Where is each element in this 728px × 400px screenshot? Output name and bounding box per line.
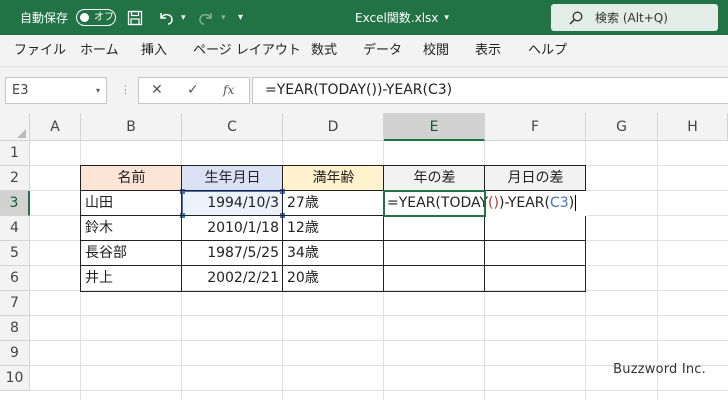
table-border [181, 165, 182, 292]
table-border [80, 265, 586, 266]
formula-part: () [488, 195, 499, 211]
column-header-d[interactable]: D [283, 113, 384, 141]
header-md-diff-cell[interactable]: 月日の差 [485, 166, 586, 191]
enter-icon[interactable]: ✓ [187, 78, 199, 103]
redo-dropdown-icon[interactable]: ▾ [221, 0, 226, 35]
tab-page-layout[interactable]: ページ レイアウト [193, 35, 301, 66]
tab-help[interactable]: ヘルプ [528, 35, 567, 66]
active-cell-border [383, 190, 486, 217]
column-header-f[interactable]: F [485, 113, 586, 141]
ribbon-tabs: ファイル ホーム 挿入 ページ レイアウト 数式 データ 校閲 表示 ヘルプ [0, 35, 728, 67]
header-birthday-cell[interactable]: 生年月日 [182, 166, 283, 191]
name-cell[interactable]: 井上 [81, 266, 182, 291]
row-header-10[interactable]: 10 [0, 366, 30, 391]
search-placeholder: 検索 (Alt+Q) [595, 11, 668, 25]
select-all-button[interactable] [0, 113, 30, 141]
birthday-cell[interactable]: 1987/5/25 [182, 241, 283, 266]
autosave-toggle[interactable]: オフ [76, 9, 116, 26]
row-header-3[interactable]: 3 [0, 191, 30, 216]
filename-caret-icon: ▾ [444, 12, 449, 23]
gridline [30, 340, 728, 341]
insert-function-icon[interactable]: fx [223, 78, 234, 103]
row-header-5[interactable]: 5 [0, 241, 30, 266]
formula-bar-grip-icon[interactable]: ⋮ [120, 83, 131, 96]
customize-qat-icon[interactable]: ▾ [238, 0, 243, 35]
text-cursor [575, 195, 577, 211]
column-header-h[interactable]: H [658, 113, 728, 141]
table-border [80, 240, 586, 241]
birthday-cell[interactable]: 2010/1/18 [182, 216, 283, 241]
undo-icon[interactable] [157, 0, 175, 35]
birthday-cell[interactable]: 1994/10/3 [182, 191, 283, 216]
header-name-cell[interactable]: 名前 [81, 166, 182, 191]
name-cell[interactable]: 山田 [81, 191, 182, 216]
column-header-e[interactable]: E [384, 113, 485, 141]
autosave-state: オフ [94, 12, 114, 23]
column-header-g[interactable]: G [586, 113, 658, 141]
age-cell[interactable]: 27歳 [283, 191, 384, 216]
formula-bar-area: E3 ▾ ⋮ ✕ ✓ fx =YEAR(TODAY())-YEAR(C3) [0, 67, 728, 113]
cancel-icon[interactable]: ✕ [151, 78, 163, 103]
table-border [484, 165, 485, 292]
table-border [383, 165, 384, 292]
birthday-cell[interactable]: 2002/2/21 [182, 266, 283, 291]
filename-text: Excel関数.xlsx [355, 11, 439, 25]
document-title[interactable]: Excel関数.xlsx ▾ [355, 0, 449, 35]
age-cell[interactable]: 20歳 [283, 266, 384, 291]
name-box-value: E3 [12, 83, 29, 98]
header-age-cell[interactable]: 満年齢 [283, 166, 384, 191]
gridline [30, 390, 728, 391]
row-header-4[interactable]: 4 [0, 216, 30, 241]
name-box[interactable]: E3 ▾ [5, 77, 107, 104]
formula-input[interactable]: =YEAR(TODAY())-YEAR(C3) [252, 77, 728, 104]
tab-file[interactable]: ファイル [14, 35, 66, 66]
row-header-8[interactable]: 8 [0, 316, 30, 341]
age-cell[interactable]: 34歳 [283, 241, 384, 266]
toggle-knob [80, 13, 89, 22]
header-year-diff-cell[interactable]: 年の差 [384, 166, 485, 191]
row-header-9[interactable]: 9 [0, 341, 30, 366]
undo-dropdown-icon[interactable]: ▾ [181, 0, 186, 35]
watermark: Buzzword Inc. [613, 362, 706, 377]
redo-icon[interactable] [197, 0, 215, 35]
column-header-c[interactable]: C [182, 113, 283, 141]
column-header-b[interactable]: B [81, 113, 182, 141]
row-header-7[interactable]: 7 [0, 291, 30, 316]
row-header-1[interactable]: 1 [0, 141, 30, 166]
save-icon[interactable] [127, 0, 143, 35]
table-border [282, 165, 283, 292]
tab-insert[interactable]: 挿入 [141, 35, 167, 66]
name-cell[interactable]: 長谷部 [81, 241, 182, 266]
tab-home[interactable]: ホーム [80, 35, 119, 66]
column-header-a[interactable]: A [30, 113, 81, 141]
title-bar: 自動保存 オフ ▾ ▾ ▾ Excel関数.xlsx ▾ 検索 (Alt+Q) [0, 0, 728, 35]
tab-formulas[interactable]: 数式 [311, 35, 337, 66]
tab-view[interactable]: 表示 [475, 35, 501, 66]
tab-review[interactable]: 校閲 [423, 35, 449, 66]
row-header-6[interactable]: 6 [0, 266, 30, 291]
autosave-label: 自動保存 [20, 11, 69, 25]
age-cell[interactable]: 12歳 [283, 216, 384, 241]
formula-part: ) [568, 195, 575, 211]
gridline [30, 315, 728, 316]
name-box-dropdown-icon[interactable]: ▾ [96, 78, 100, 103]
tab-data[interactable]: データ [363, 35, 402, 66]
formula-part: )-YEAR( [498, 195, 551, 211]
spreadsheet-grid: A B C D E F G H 1 2 3 4 5 6 7 8 9 10 名前 … [0, 113, 728, 400]
column-headers: A B C D E F G H [0, 113, 728, 141]
search-icon [569, 11, 583, 25]
search-box[interactable]: 検索 (Alt+Q) [551, 4, 718, 31]
formula-part: C3 [550, 195, 569, 211]
name-cell[interactable]: 鈴木 [81, 216, 182, 241]
row-header-2[interactable]: 2 [0, 166, 30, 191]
formula-tools: ✕ ✓ fx [138, 77, 250, 104]
